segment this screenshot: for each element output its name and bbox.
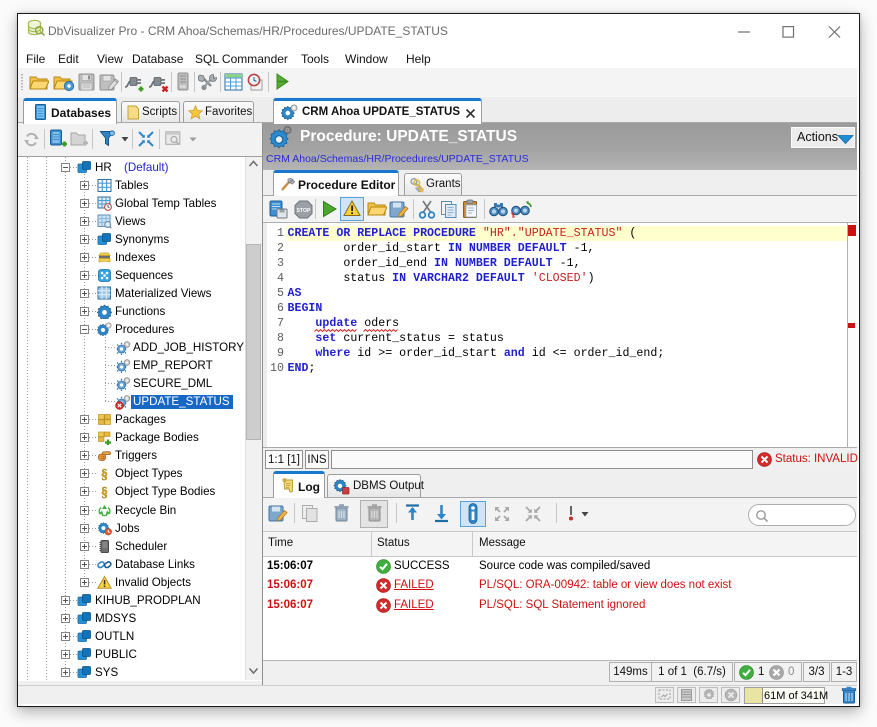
svg-text:STOP: STOP	[296, 208, 311, 214]
